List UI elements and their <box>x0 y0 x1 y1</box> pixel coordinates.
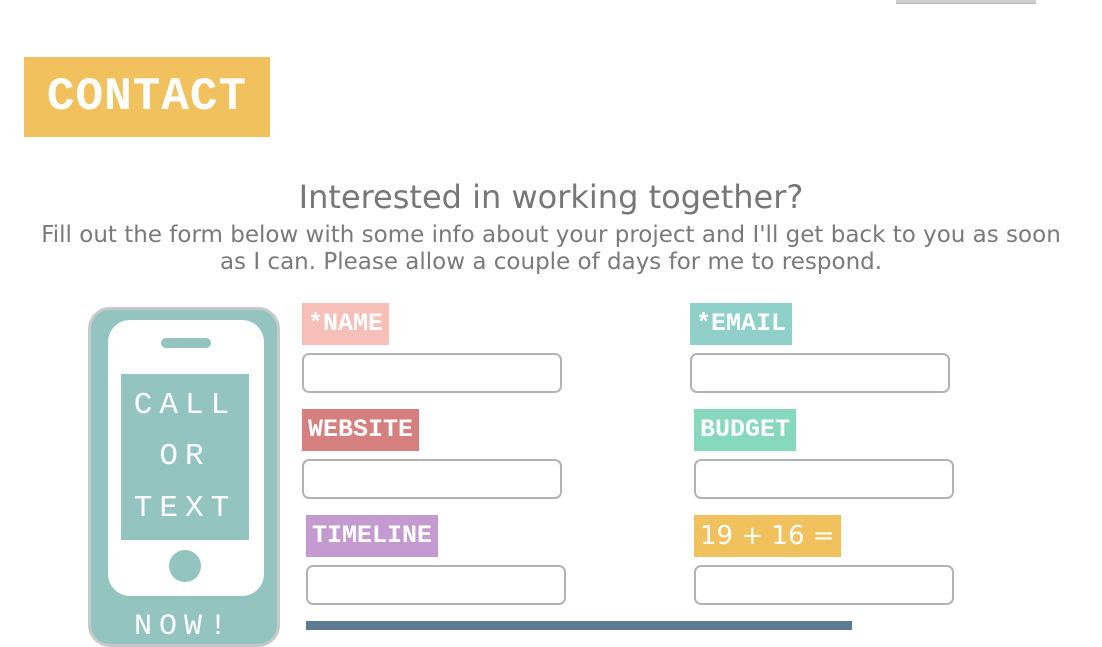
page-title: CONTACT <box>24 57 270 137</box>
email-input[interactable] <box>690 353 950 393</box>
name-label: *NAME <box>302 303 390 345</box>
email-field-group: *EMAIL <box>690 303 950 393</box>
phone-display: CALL OR TEXT <box>121 374 249 540</box>
timeline-input[interactable] <box>306 565 566 605</box>
budget-input[interactable] <box>694 459 954 499</box>
captcha-field-group: 19 + 16 = <box>694 515 954 605</box>
phone-speaker <box>161 338 211 348</box>
captcha-input[interactable] <box>694 565 954 605</box>
name-input[interactable] <box>302 353 562 393</box>
submit-button[interactable] <box>306 621 852 630</box>
phone-text-line-1: CALL <box>133 388 237 424</box>
email-label: *EMAIL <box>690 303 793 345</box>
phone-home-button <box>169 550 201 582</box>
timeline-label: TIMELINE <box>306 515 439 557</box>
captcha-label: 19 + 16 = <box>694 515 841 557</box>
website-field-group: WEBSITE <box>302 409 562 499</box>
timeline-field-group: TIMELINE <box>306 515 566 605</box>
website-input[interactable] <box>302 459 562 499</box>
intro-heading: Interested in working together? <box>298 178 804 216</box>
phone-text-line-2: OR <box>159 439 211 475</box>
intro-subtext: Fill out the form below with some info a… <box>41 222 1061 275</box>
website-label: WEBSITE <box>302 409 420 451</box>
budget-field-group: BUDGET <box>694 409 954 499</box>
phone-text-line-3: TEXT <box>133 490 237 526</box>
top-scroll-indicator <box>896 0 1036 4</box>
name-field-group: *NAME <box>302 303 562 393</box>
budget-label: BUDGET <box>694 409 797 451</box>
phone-text-line-4: NOW! <box>133 610 234 644</box>
phone-icon: CALL OR TEXT NOW! <box>88 307 280 647</box>
